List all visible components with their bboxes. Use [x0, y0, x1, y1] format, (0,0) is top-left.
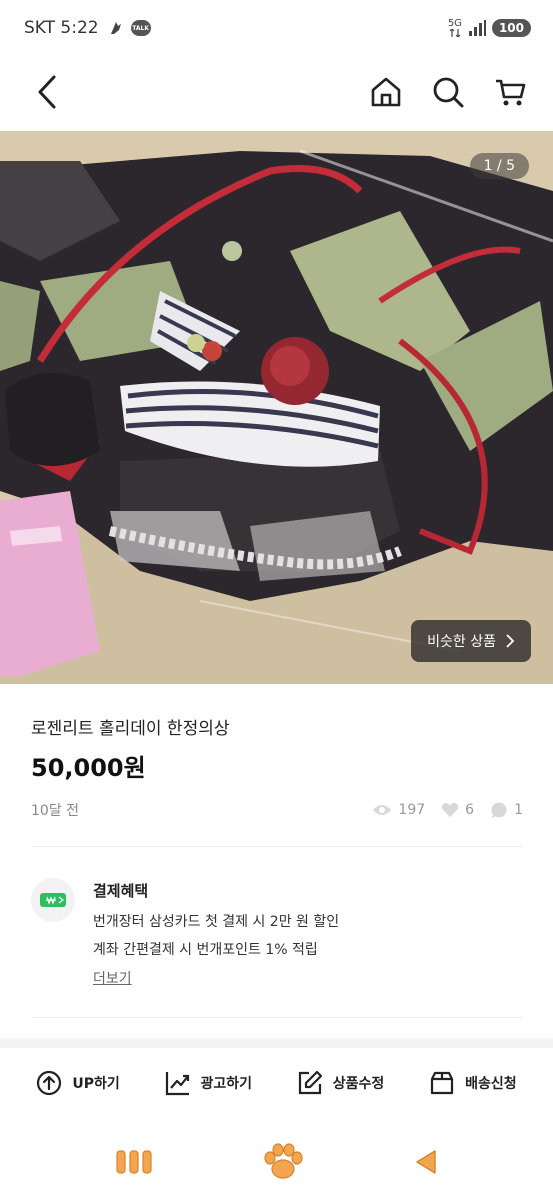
status-left: SKT 5:22 TALK — [24, 18, 151, 38]
back-button[interactable] — [28, 73, 66, 111]
recent-apps-icon[interactable] — [115, 1148, 153, 1176]
cart-button[interactable] — [491, 73, 529, 111]
chat-bubble-icon — [491, 802, 507, 818]
product-photo — [0, 131, 553, 684]
payment-benefit: 결제혜택 번개장터 삼성카드 첫 결제 시 2만 원 할인 계좌 간편결제 시 … — [31, 876, 522, 996]
talk-icon: TALK — [130, 20, 151, 36]
benefit-more-link[interactable]: 더보기 — [93, 968, 132, 988]
similar-products-button[interactable]: 비슷한 상품 — [411, 620, 531, 662]
home-icon — [371, 77, 401, 107]
heart-icon — [441, 803, 459, 817]
benefit-title: 결제혜택 — [93, 882, 149, 900]
system-nav-bar — [0, 1124, 553, 1200]
edit-product-button[interactable]: 상품수정 — [297, 1070, 385, 1096]
status-right: 5G 100 — [448, 19, 531, 37]
cart-icon — [496, 79, 526, 106]
benefit-line-2: 계좌 간편결제 시 번개포인트 1% 적립 — [93, 942, 318, 958]
advertise-label: 광고하기 — [200, 1076, 253, 1092]
section-gap — [0, 1038, 553, 1048]
signal-icon — [468, 20, 486, 36]
product-meta: 10달 전 197 6 1 — [31, 800, 523, 820]
won-badge-icon — [40, 893, 66, 907]
app-notification-icon — [110, 22, 121, 34]
product-title: 로젠리트 홀리데이 한정의상 — [31, 719, 230, 739]
network-label: 5G — [447, 18, 462, 29]
chats-count: 1 — [514, 802, 523, 818]
shipping-request-label: 배송신청 — [465, 1076, 517, 1092]
shipping-request-button[interactable]: 배송신청 — [429, 1070, 517, 1096]
chart-trend-icon — [165, 1072, 189, 1096]
divider — [31, 846, 522, 847]
data-arrows-icon — [449, 29, 461, 37]
chats-stat: 1 — [490, 802, 523, 818]
battery-icon: 100 — [491, 19, 531, 37]
seller-action-bar: UP하기 광고하기 상품수정 배송신청 — [0, 1048, 553, 1118]
divider — [31, 1017, 522, 1018]
search-button[interactable] — [429, 73, 467, 111]
search-icon — [433, 77, 464, 108]
product-image[interactable]: 1 / 5 비슷한 상품 — [0, 131, 553, 684]
home-button[interactable] — [367, 73, 405, 111]
talk-badge-label: TALK — [132, 24, 149, 32]
eye-icon — [373, 805, 392, 815]
edit-product-label: 상품수정 — [332, 1076, 385, 1092]
carrier-time: SKT 5:22 — [24, 18, 99, 38]
box-icon — [430, 1071, 454, 1095]
likes-stat: 6 — [441, 802, 474, 818]
pay-logo-icon — [31, 878, 75, 922]
top-nav — [0, 58, 553, 126]
notification-icons: TALK — [107, 19, 151, 37]
back-triangle-icon[interactable] — [413, 1148, 439, 1176]
up-button[interactable]: UP하기 — [36, 1070, 120, 1096]
nav-actions — [367, 73, 529, 111]
product-price: 50,000원 — [31, 754, 146, 782]
chevron-right-icon — [506, 634, 515, 648]
views-count: 197 — [398, 802, 426, 818]
status-bar: SKT 5:22 TALK 5G 100 — [0, 0, 553, 56]
similar-products-label: 비슷한 상품 — [427, 634, 496, 650]
likes-count: 6 — [465, 802, 475, 818]
paw-home-icon[interactable] — [262, 1143, 304, 1181]
product-stats: 197 6 1 — [372, 802, 523, 818]
chevron-left-icon — [38, 75, 56, 109]
posted-time: 10달 전 — [31, 803, 80, 819]
page-indicator: 1 / 5 — [469, 153, 529, 179]
network-indicator: 5G — [448, 19, 462, 37]
views-stat: 197 — [372, 802, 425, 818]
arrow-up-circle-icon — [37, 1070, 62, 1096]
advertise-button[interactable]: 광고하기 — [165, 1070, 253, 1096]
edit-icon — [298, 1070, 322, 1095]
benefit-line-1: 번개장터 삼성카드 첫 결제 시 2만 원 할인 — [93, 914, 340, 930]
up-label: UP하기 — [72, 1076, 120, 1092]
